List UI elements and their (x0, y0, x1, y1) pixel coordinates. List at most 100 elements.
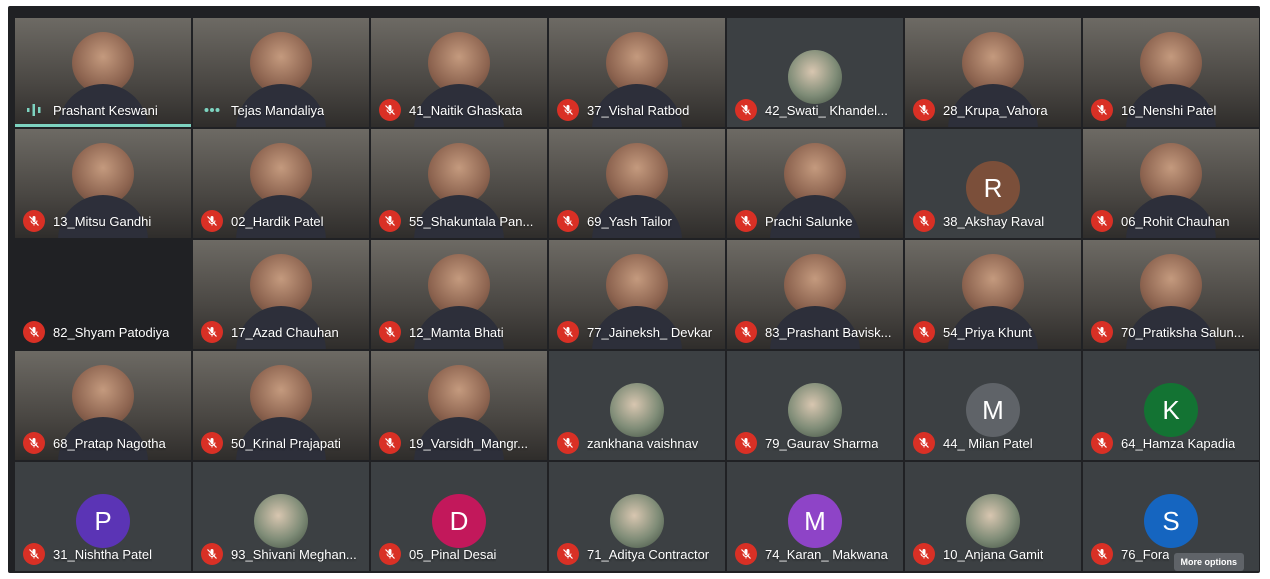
participant-tile[interactable]: 70_Pratiksha Salun... (1083, 240, 1259, 349)
participant-name: 17_Azad Chauhan (231, 324, 339, 340)
participant-tile[interactable]: 77_Jainеksh_ Devkar (549, 240, 725, 349)
participant-tile[interactable]: Prachi Salunke (727, 129, 903, 238)
participant-label: 42_Swati_ Khandel... (735, 99, 897, 121)
participant-label: 13_Mitsu Gandhi (23, 210, 185, 232)
participant-label: 02_Hardik Patel (201, 210, 363, 232)
participant-name: 68_Pratap Nagotha (53, 435, 166, 451)
participant-tile[interactable]: 12_Mamta Bhati (371, 240, 547, 349)
participant-label: 06_Rohit Chauhan (1091, 210, 1253, 232)
participant-tile[interactable]: R 38_Akshay Raval (905, 129, 1081, 238)
participant-tile[interactable]: 50_Krinal Prajapati (193, 351, 369, 460)
participant-tile[interactable]: 69_Yash Tailor (549, 129, 725, 238)
mic-muted-icon (557, 321, 579, 343)
participant-tile[interactable]: 10_Anjana Gamit (905, 462, 1081, 571)
participant-name: 41_Naitik Ghaskata (409, 102, 523, 118)
mic-muted-icon (735, 210, 757, 232)
participant-video (58, 143, 148, 238)
participant-name: 10_Anjana Gamit (943, 546, 1044, 562)
participant-label: 44_ Milan Patel (913, 432, 1075, 454)
participant-tile[interactable]: D 05_Pinal Desai (371, 462, 547, 571)
participant-name: Tejas Mandaliya (231, 102, 325, 118)
participant-tile[interactable]: 68_Pratap Nagotha (15, 351, 191, 460)
participant-tile[interactable]: 42_Swati_ Khandel... (727, 18, 903, 127)
mic-muted-icon (557, 99, 579, 121)
participant-label: 17_Azad Chauhan (201, 321, 363, 343)
participant-video (1126, 143, 1216, 238)
mic-muted-icon (913, 321, 935, 343)
participant-name: zankhana vaishnav (587, 435, 699, 451)
participant-label: Prashant Keswani (23, 99, 185, 121)
participant-tile[interactable]: 37_Vishal Ratbod (549, 18, 725, 127)
participant-name: Prachi Salunke (765, 213, 853, 229)
participant-name: 77_Jainеksh_ Devkar (587, 324, 713, 340)
participant-name: 64_Hamza Kapadia (1121, 435, 1236, 451)
participant-name: 19_Varsidh_Mangr... (409, 435, 528, 451)
participant-video (948, 32, 1038, 127)
participant-tile[interactable]: K 64_Hamza Kapadia (1083, 351, 1259, 460)
participant-tile[interactable]: 71_Aditya Contractor (549, 462, 725, 571)
participant-name: 02_Hardik Patel (231, 213, 324, 229)
participant-tile[interactable]: 06_Rohit Chauhan (1083, 129, 1259, 238)
participant-name: 54_Priya Khunt (943, 324, 1032, 340)
participant-name: 50_Krinal Prajapati (231, 435, 341, 451)
participant-tile[interactable]: 93_Shivani Meghan... (193, 462, 369, 571)
mic-muted-icon (557, 210, 579, 232)
participant-video (236, 365, 326, 460)
participant-name: 82_Shyam Patodiya (53, 324, 170, 340)
participant-label: 69_Yash Tailor (557, 210, 719, 232)
participant-tile[interactable]: M 44_ Milan Patel (905, 351, 1081, 460)
participant-video (236, 143, 326, 238)
participant-tile[interactable]: 83_Prashant Bavisk... (727, 240, 903, 349)
participant-name: 79_Gaurav Sharma (765, 435, 879, 451)
participant-tile[interactable]: 28_Krupa_Vahora (905, 18, 1081, 127)
participant-name: 74_Karan_ Makwana (765, 546, 888, 562)
mic-muted-icon (1091, 543, 1113, 565)
mic-muted-icon (201, 432, 223, 454)
participant-tile[interactable]: 17_Azad Chauhan (193, 240, 369, 349)
mic-muted-icon (23, 543, 45, 565)
participant-tile[interactable]: 55_Shakuntala Pan... (371, 129, 547, 238)
participant-label: Prachi Salunke (735, 210, 897, 232)
mic-muted-icon (913, 543, 935, 565)
participant-tile[interactable]: P 31_Nishtha Patel (15, 462, 191, 571)
participant-label: 93_Shivani Meghan... (201, 543, 363, 565)
mic-muted-icon (1091, 321, 1113, 343)
participant-avatar: D (432, 494, 486, 548)
participant-video (592, 32, 682, 127)
participant-avatar: S (1144, 494, 1198, 548)
participant-tile[interactable]: 82_Shyam Patodiya (15, 240, 191, 349)
participant-label: 68_Pratap Nagotha (23, 432, 185, 454)
participant-avatar: P (76, 494, 130, 548)
mic-muted-icon (379, 99, 401, 121)
mic-muted-icon (23, 432, 45, 454)
participant-name: 83_Prashant Bavisk... (765, 324, 892, 340)
participant-name: 05_Pinal Desai (409, 546, 497, 562)
participant-tile[interactable]: Prashant Keswani (15, 18, 191, 127)
participant-label: zankhana vaishnav (557, 432, 719, 454)
mic-muted-icon (1091, 99, 1113, 121)
participant-name: 69_Yash Tailor (587, 213, 672, 229)
more-options-button[interactable]: More options (1173, 553, 1244, 571)
mic-muted-icon (557, 432, 579, 454)
participant-tile[interactable]: 19_Varsidh_Mangr... (371, 351, 547, 460)
participant-tile[interactable]: zankhana vaishnav (549, 351, 725, 460)
participant-profile-photo (966, 494, 1020, 548)
participant-video (1126, 32, 1216, 127)
participant-tile[interactable]: 16_Nenshi Patel (1083, 18, 1259, 127)
participant-tile[interactable]: 02_Hardik Patel (193, 129, 369, 238)
mic-muted-icon (201, 321, 223, 343)
participant-video (414, 143, 504, 238)
participant-label: 79_Gaurav Sharma (735, 432, 897, 454)
participant-profile-photo (254, 494, 308, 548)
participant-profile-photo (788, 383, 842, 437)
participant-tile[interactable]: Tejas Mandaliya (193, 18, 369, 127)
participant-tile[interactable]: 13_Mitsu Gandhi (15, 129, 191, 238)
participant-tile[interactable]: 54_Priya Khunt (905, 240, 1081, 349)
participant-name: 44_ Milan Patel (943, 435, 1033, 451)
participant-tile[interactable]: 79_Gaurav Sharma (727, 351, 903, 460)
participant-avatar: R (966, 161, 1020, 215)
participant-label: 82_Shyam Patodiya (23, 321, 185, 343)
participant-tile[interactable]: 41_Naitik Ghaskata (371, 18, 547, 127)
participant-tile[interactable]: M 74_Karan_ Makwana (727, 462, 903, 571)
participant-label: 50_Krinal Prajapati (201, 432, 363, 454)
